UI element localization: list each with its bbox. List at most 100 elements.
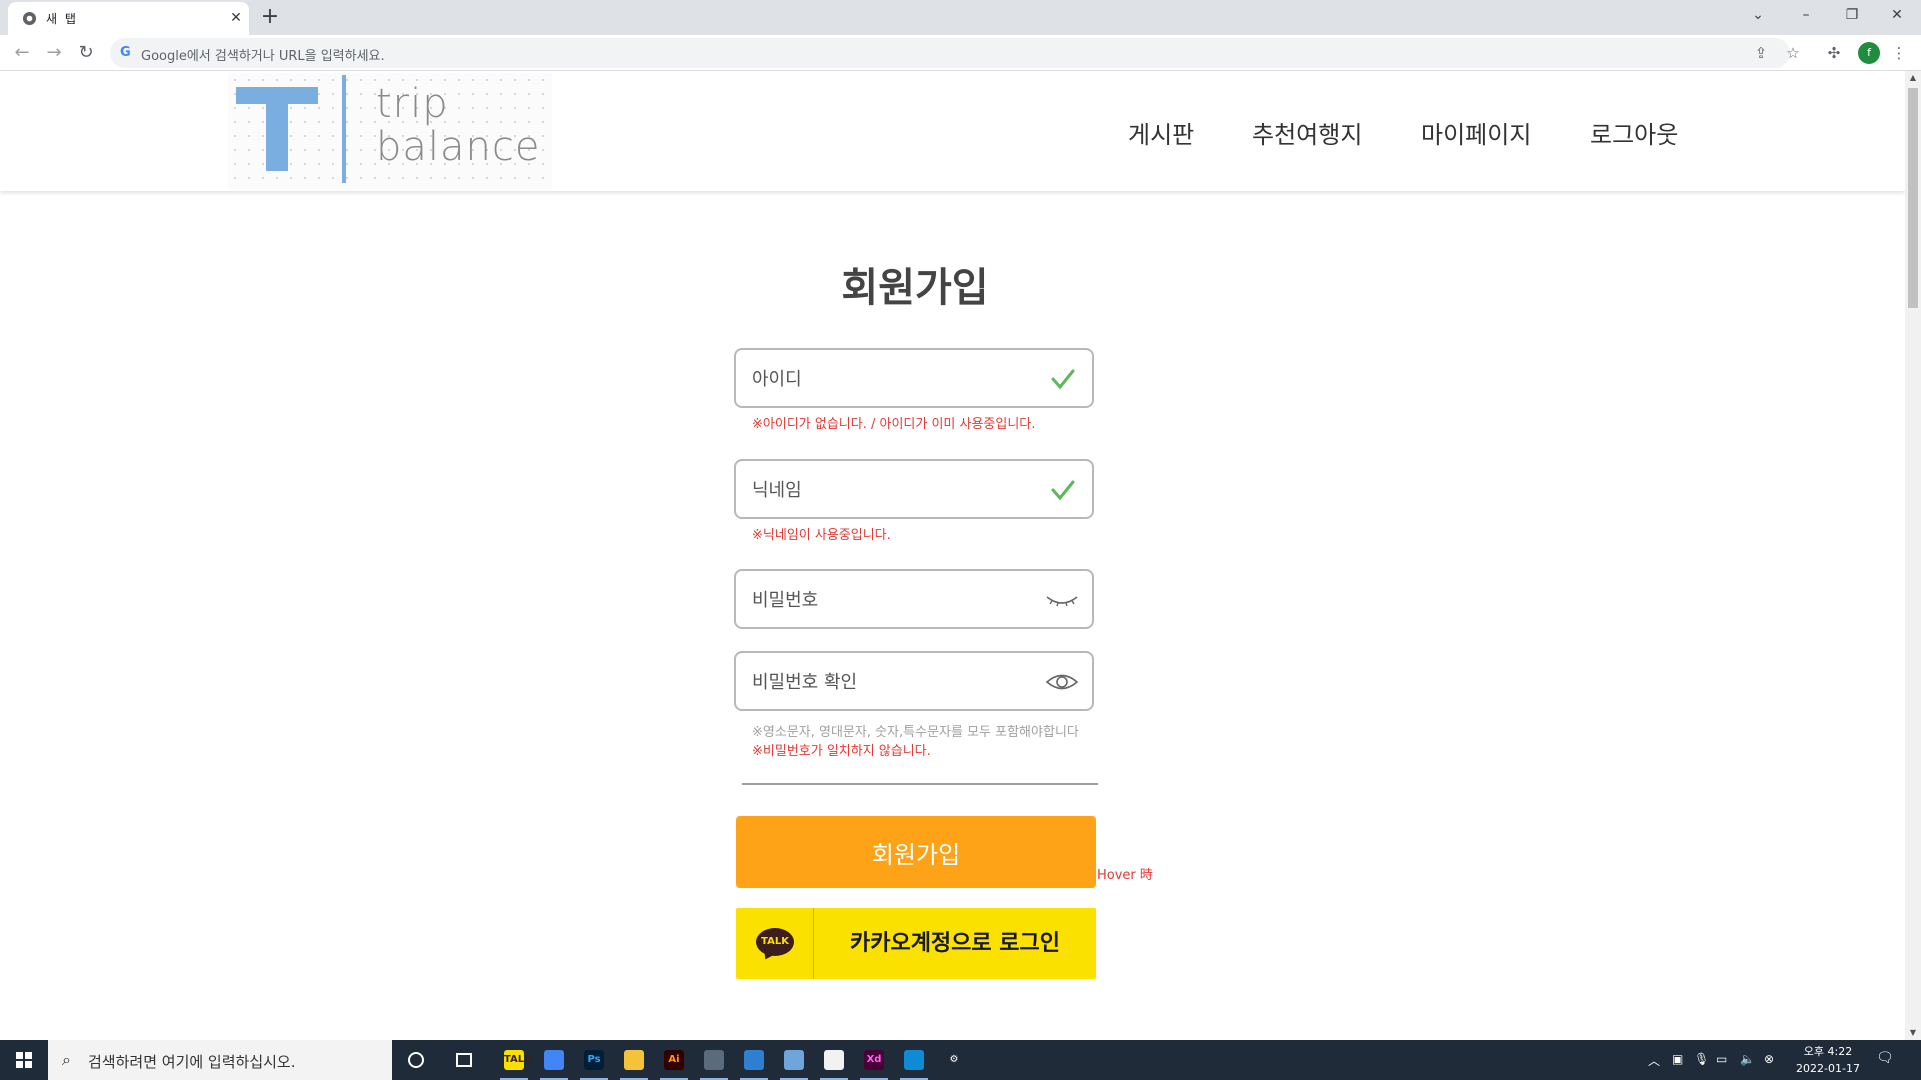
taskbar-clock[interactable]: 오후 4:22 2022-01-17 — [1793, 1043, 1863, 1077]
kakao-login-button[interactable]: TALK 카카오계정으로 로그인 — [736, 908, 1096, 979]
tab-title: 새 탭 — [46, 12, 78, 26]
nav-logout[interactable]: 로그아웃 — [1590, 115, 1678, 150]
nickname-field[interactable] — [734, 459, 1094, 519]
kakao-login-label: 카카오계정으로 로그인 — [849, 931, 1061, 956]
password-input[interactable] — [752, 587, 1022, 613]
password-rule-message: ※영소문자, 영대문자, 숫자,특수문자를 모두 포함해야합니다 — [752, 725, 1079, 740]
edge-icon — [904, 1050, 924, 1070]
powerpoint-viewer-taskbar-icon[interactable] — [816, 1044, 852, 1080]
restore-icon[interactable]: ❐ — [1832, 0, 1872, 30]
notification-icon[interactable]: 🗨 — [1876, 1050, 1896, 1070]
clock-time: 오후 4:22 — [1803, 1045, 1853, 1058]
logo-divider — [342, 75, 346, 183]
kakao-icon-area: TALK — [736, 908, 814, 979]
kakaotalk-icon: TALK — [504, 1050, 532, 1070]
edge-taskbar-icon[interactable] — [896, 1044, 932, 1080]
file-explorer-icon — [624, 1050, 644, 1070]
scroll-thumb[interactable] — [1908, 88, 1918, 308]
chrome-taskbar-icon[interactable] — [536, 1044, 572, 1080]
tray-overflow-icon[interactable]: ︿ — [1648, 1052, 1660, 1069]
taskbar-search-placeholder: 검색하려면 여기에 입력하십시오. — [88, 1053, 296, 1071]
illustrator-taskbar-icon[interactable]: Ai — [656, 1044, 692, 1080]
share-icon[interactable]: ⇪ — [1750, 42, 1772, 64]
scroll-down-icon[interactable]: ▼ — [1905, 1026, 1921, 1040]
file-explorer-taskbar-icon[interactable] — [616, 1044, 652, 1080]
site-header: trip balance 게시판 추천여행지 마이페이지 로그아웃 — [0, 71, 1905, 191]
adobe-xd-taskbar-icon[interactable]: Xd — [856, 1044, 892, 1080]
browser-menu-icon[interactable]: ⋮ — [1888, 42, 1910, 64]
close-window-icon[interactable]: ✕ — [1877, 0, 1917, 30]
forward-icon[interactable]: → — [41, 40, 67, 66]
kakaotalk-taskbar-icon[interactable]: TALK — [496, 1044, 532, 1080]
id-field[interactable] — [734, 348, 1094, 408]
divider — [742, 783, 1098, 785]
back-icon[interactable]: ← — [9, 40, 35, 66]
trip-balance-logo[interactable]: trip balance — [228, 73, 552, 189]
scroll-up-icon[interactable]: ▲ — [1905, 71, 1921, 85]
extensions-icon[interactable]: ✣ — [1823, 42, 1845, 64]
windows-taskbar: ⌕ 검색하려면 여기에 입력하십시오. TALK Ps Ai Xd ⚙ ︿ ▣ 🎙 ▭ … — [0, 1040, 1921, 1080]
address-placeholder: Google에서 검색하거나 URL을 입력하세요. — [141, 49, 385, 64]
notes-icon — [784, 1050, 804, 1070]
photoshop-taskbar-icon[interactable]: Ps — [576, 1044, 612, 1080]
logo-text-trip: trip — [376, 81, 449, 127]
page-title: 회원가입 — [841, 265, 989, 311]
signup-button[interactable]: 회원가입 — [736, 816, 1096, 888]
screen: 새 탭 ✕ + ⌄ – ❐ ✕ ← → ↻ G Google에서 검색하거나 U… — [0, 0, 1921, 1080]
calculator-taskbar-icon[interactable] — [696, 1044, 732, 1080]
eye-closed-icon[interactable] — [1044, 585, 1080, 615]
bookmark-star-icon[interactable]: ☆ — [1782, 42, 1804, 64]
profile-avatar[interactable]: f — [1858, 42, 1880, 64]
password-confirm-field[interactable] — [734, 651, 1094, 711]
check-icon — [1051, 480, 1075, 501]
page-scrollbar[interactable]: ▲ ▼ — [1905, 71, 1921, 1040]
status-icon[interactable]: ⊗ — [1764, 1052, 1774, 1066]
logo-t-stem — [266, 87, 288, 171]
close-tab-icon[interactable]: ✕ — [226, 7, 246, 29]
tab-search-icon[interactable]: ⌄ — [1738, 0, 1778, 30]
task-view-icon[interactable] — [446, 1044, 482, 1076]
settings-icon: ⚙ — [949, 1054, 959, 1065]
password-mismatch-message: ※비밀번호가 일치하지 않습니다. — [752, 744, 931, 759]
illustrator-icon: Ai — [664, 1050, 684, 1070]
check-icon — [1051, 369, 1075, 390]
volume-icon[interactable]: 🔈 — [1740, 1052, 1755, 1066]
start-button[interactable] — [0, 1040, 48, 1080]
photoshop-icon: Ps — [584, 1050, 604, 1070]
adobe-xd-icon: Xd — [864, 1050, 884, 1070]
clock-date: 2022-01-17 — [1796, 1062, 1860, 1075]
password-field[interactable] — [734, 569, 1094, 629]
photos-icon — [744, 1050, 764, 1070]
nav-recommended-destinations[interactable]: 추천여행지 — [1252, 115, 1362, 150]
id-input[interactable] — [752, 366, 1022, 392]
nav-board[interactable]: 게시판 — [1128, 115, 1194, 150]
windows-logo-icon — [16, 1052, 32, 1068]
tray-camera-icon[interactable]: ▣ — [1672, 1052, 1683, 1066]
browser-tab[interactable]: 새 탭 ✕ — [8, 2, 249, 35]
network-icon[interactable]: ▭ — [1716, 1052, 1727, 1066]
cortana-icon[interactable] — [398, 1044, 434, 1076]
photos-taskbar-icon[interactable] — [736, 1044, 772, 1080]
google-icon: G — [120, 45, 131, 60]
new-tab-button[interactable]: + — [258, 4, 282, 30]
password-confirm-input[interactable] — [752, 669, 1022, 695]
taskbar-search[interactable]: ⌕ 검색하려면 여기에 입력하십시오. — [48, 1040, 392, 1080]
logo-text-balance: balance — [376, 124, 541, 170]
id-error-message: ※아이디가 없습니다. / 아이디가 이미 사용중입니다. — [752, 417, 1036, 432]
chrome-icon — [22, 11, 37, 26]
minimize-icon[interactable]: – — [1786, 0, 1826, 30]
nickname-input[interactable] — [752, 477, 1022, 503]
search-icon: ⌕ — [62, 1050, 71, 1069]
eye-open-icon[interactable] — [1044, 667, 1080, 697]
chrome-icon — [544, 1050, 564, 1070]
browser-tab-bar: 새 탭 ✕ + ⌄ – ❐ ✕ — [0, 0, 1921, 35]
notes-taskbar-icon[interactable] — [776, 1044, 812, 1080]
nav-my-page[interactable]: 마이페이지 — [1421, 115, 1531, 150]
reload-icon[interactable]: ↻ — [73, 40, 99, 66]
kakao-icon-text: TALK — [761, 936, 789, 947]
settings-taskbar-icon[interactable]: ⚙ — [936, 1044, 972, 1076]
nickname-error-message: ※닉네임이 사용중입니다. — [752, 528, 891, 543]
browser-toolbar: ← → ↻ G Google에서 검색하거나 URL을 입력하세요. ⇪ ☆ ✣… — [0, 35, 1921, 71]
address-bar[interactable]: G Google에서 검색하거나 URL을 입력하세요. ⇪ ☆ — [110, 38, 1800, 68]
microphone-icon[interactable]: 🎙 — [1694, 1052, 1709, 1066]
